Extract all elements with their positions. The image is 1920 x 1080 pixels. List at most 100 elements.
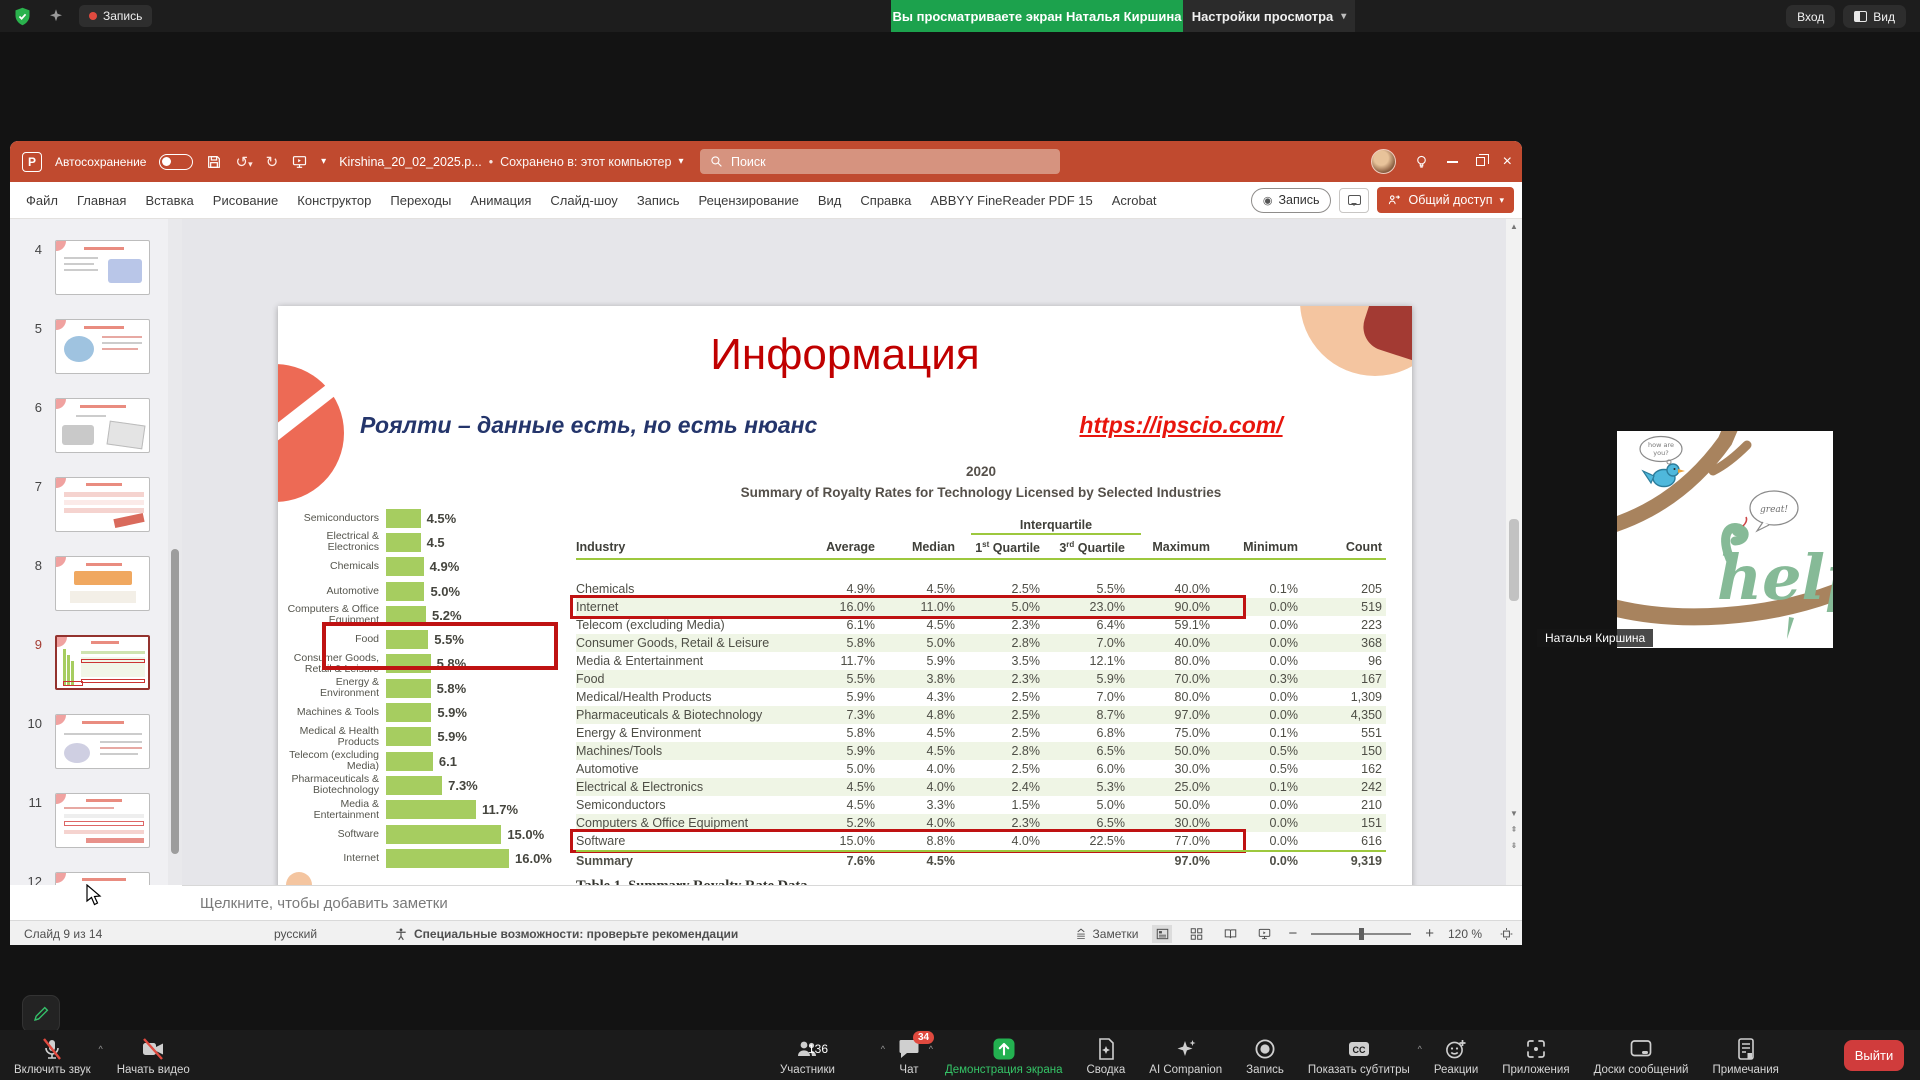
undo-icon[interactable]: ↺▾ xyxy=(235,153,252,171)
minimize-button[interactable] xyxy=(1447,161,1458,163)
slide-hyperlink[interactable]: https://ipscio.com/ xyxy=(1036,412,1326,439)
thumbnail-scrollbar[interactable] xyxy=(168,219,182,885)
thumbnail-preview[interactable] xyxy=(55,319,150,374)
redo-icon[interactable]: ↻ xyxy=(266,153,279,171)
scroll-up-icon[interactable]: ▲ xyxy=(1506,222,1522,231)
thumbnail-preview[interactable] xyxy=(55,240,150,295)
slide-thumbnail-8[interactable]: 8 xyxy=(10,556,168,626)
toolbar-record-button[interactable]: Запись xyxy=(1246,1037,1284,1076)
participant-video-tile[interactable]: how are you? great! help xyxy=(1617,431,1833,648)
scroll-down-icon[interactable]: ▼ xyxy=(1506,809,1522,818)
toolbar-participants-button[interactable]: Участники136^ xyxy=(780,1037,873,1076)
slide-thumbnail-5[interactable]: 5 xyxy=(10,319,168,389)
toolbar-chat-button[interactable]: 34Чат^ xyxy=(897,1037,921,1076)
slide-number-status[interactable]: Слайд 9 из 14 xyxy=(24,927,274,941)
zoom-in-button[interactable]: + xyxy=(1425,925,1434,942)
security-shield-icon[interactable] xyxy=(12,6,33,27)
toolbar-item-label: Показать субтитры xyxy=(1308,1064,1410,1076)
toolbar-reactions-button[interactable]: Реакции xyxy=(1434,1037,1478,1076)
ribbon-tab-слайд-шоу[interactable]: Слайд-шоу xyxy=(550,193,617,208)
slide-sorter-view-button[interactable] xyxy=(1186,925,1206,943)
ribbon-tab-главная[interactable]: Главная xyxy=(77,193,126,208)
save-icon[interactable] xyxy=(206,154,222,170)
view-settings-dropdown[interactable]: Настройки просмотра▾ xyxy=(1183,0,1355,32)
next-slide-icon[interactable]: ⇟ xyxy=(1506,841,1522,850)
ribbon-tab-конструктор[interactable]: Конструктор xyxy=(297,193,371,208)
search-input[interactable]: Поиск xyxy=(700,149,1060,174)
thumbnail-preview[interactable] xyxy=(55,793,150,848)
autosave-toggle[interactable] xyxy=(159,154,193,170)
ribbon-tab-вид[interactable]: Вид xyxy=(818,193,842,208)
restore-button[interactable] xyxy=(1476,157,1485,166)
zoom-slider[interactable] xyxy=(1311,933,1411,935)
thumbnail-preview[interactable] xyxy=(55,556,150,611)
thumbnail-preview[interactable] xyxy=(55,635,150,690)
ribbon-tab-abbyy-finereader-pdf-15[interactable]: ABBYY FineReader PDF 15 xyxy=(930,193,1092,208)
accessibility-status[interactable]: Специальные возможности: проверьте реком… xyxy=(414,927,738,941)
toolbar-apps-button[interactable]: Приложения xyxy=(1502,1037,1569,1076)
toolbar-notes-button[interactable]: Примечания xyxy=(1712,1037,1778,1076)
ribbon-tab-анимация[interactable]: Анимация xyxy=(470,193,531,208)
thumbnail-preview[interactable] xyxy=(55,398,150,453)
slideshow-view-button[interactable] xyxy=(1254,925,1274,943)
chevron-up-icon[interactable]: ^ xyxy=(929,1044,933,1054)
ribbon-tab-запись[interactable]: Запись xyxy=(637,193,680,208)
toolbar-ai-companion-button[interactable]: AI Companion xyxy=(1149,1037,1222,1076)
toolbar-mic-muted-button[interactable]: Включить звук^ xyxy=(14,1037,91,1076)
toolbar-summary-button[interactable]: Сводка xyxy=(1086,1037,1125,1076)
close-button[interactable]: × xyxy=(1503,154,1512,170)
slide-thumbnail-4[interactable]: 4 xyxy=(10,240,168,310)
toolbar-whiteboards-button[interactable]: Доски сообщений xyxy=(1594,1037,1689,1076)
ribbon-tab-переходы[interactable]: Переходы xyxy=(390,193,451,208)
ribbon-tab-рисование[interactable]: Рисование xyxy=(213,193,278,208)
thumbnail-preview[interactable] xyxy=(55,477,150,532)
chevron-up-icon[interactable]: ^ xyxy=(881,1044,885,1054)
thumbnail-preview[interactable] xyxy=(55,714,150,769)
previous-slide-icon[interactable]: ⇞ xyxy=(1506,825,1522,834)
annotate-pencil-button[interactable] xyxy=(22,995,60,1033)
ribbon-tab-файл[interactable]: Файл xyxy=(26,193,58,208)
sparkle-icon[interactable] xyxy=(47,7,65,25)
slide-thumbnail-6[interactable]: 6 xyxy=(10,398,168,468)
slide-scrollbar[interactable]: ▲ ▼ ⇞ ⇟ xyxy=(1506,219,1522,885)
recording-indicator[interactable]: Запись xyxy=(79,5,152,27)
toolbar-share-screen-button[interactable]: Демонстрация экрана xyxy=(945,1037,1063,1076)
reading-view-button[interactable] xyxy=(1220,925,1240,943)
leave-meeting-button[interactable]: Выйти xyxy=(1844,1040,1904,1071)
comments-button[interactable] xyxy=(1339,188,1369,213)
normal-view-button[interactable] xyxy=(1152,925,1172,943)
ribbon-record-button[interactable]: ◉ Запись xyxy=(1251,188,1332,213)
scrollbar-thumb[interactable] xyxy=(1509,519,1519,601)
toolbar-captions-button[interactable]: CCПоказать субтитры^ xyxy=(1308,1037,1410,1076)
chevron-up-icon[interactable]: ^ xyxy=(98,1044,102,1054)
language-status[interactable]: русский xyxy=(274,927,394,941)
ribbon-tab-acrobat[interactable]: Acrobat xyxy=(1112,193,1157,208)
zoom-slider-handle[interactable] xyxy=(1359,928,1364,940)
ribbon-tab-вставка[interactable]: Вставка xyxy=(145,193,193,208)
sign-in-button[interactable]: Вход xyxy=(1786,5,1835,28)
share-button[interactable]: Общий доступ ▾ xyxy=(1377,187,1514,213)
ribbon-tab-справка[interactable]: Справка xyxy=(860,193,911,208)
slideshow-icon[interactable] xyxy=(291,154,308,170)
lightbulb-icon[interactable] xyxy=(1414,154,1429,170)
slide-thumbnail-9[interactable]: 9 xyxy=(10,635,168,705)
quick-access-chevron-icon[interactable]: ▾ xyxy=(321,156,326,167)
notes-pane[interactable]: Щелкните, чтобы добавить заметки xyxy=(182,885,1522,920)
slide-thumbnail-11[interactable]: 11 xyxy=(10,793,168,863)
fit-to-window-button[interactable] xyxy=(1496,925,1516,943)
thumbnail-number: 4 xyxy=(18,242,42,257)
saved-status[interactable]: Сохранено в: этот компьютер xyxy=(500,155,671,169)
user-avatar[interactable] xyxy=(1371,149,1396,174)
slide-thumbnail-7[interactable]: 7 xyxy=(10,477,168,547)
slide-canvas[interactable]: Информация Роялти – данные есть, но есть… xyxy=(278,306,1412,945)
view-button[interactable]: Вид xyxy=(1843,5,1906,28)
chevron-up-icon[interactable]: ^ xyxy=(1418,1044,1422,1054)
ribbon-tab-рецензирование[interactable]: Рецензирование xyxy=(698,193,798,208)
document-title[interactable]: Kirshina_20_02_2025.p... xyxy=(339,155,481,169)
zoom-level[interactable]: 120 % xyxy=(1448,927,1482,941)
slide-thumbnail-10[interactable]: 10 xyxy=(10,714,168,784)
notes-toggle[interactable]: Заметки xyxy=(1074,927,1139,941)
chart-bar xyxy=(386,557,424,576)
toolbar-camera-muted-button[interactable]: Начать видео xyxy=(117,1037,190,1076)
zoom-out-button[interactable]: − xyxy=(1288,925,1297,942)
